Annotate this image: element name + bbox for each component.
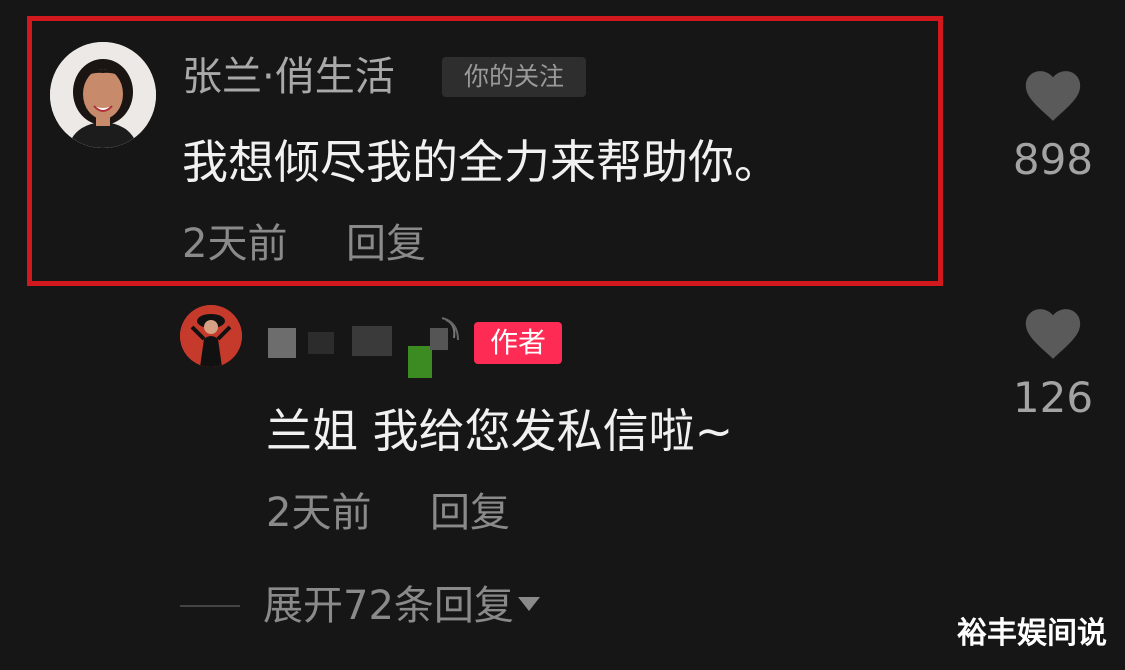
avatar-main[interactable] [50,42,156,148]
comment-thread: 张兰·俏生活 你的关注 我想倾尽我的全力来帮助你。 2天前 回复 898 作者 … [0,0,1125,670]
heart-icon [1025,71,1081,121]
reply-button[interactable]: 回复 [346,220,426,268]
reply-text: 兰姐 我给您发私信啦~ [266,404,734,458]
divider-line [180,605,240,607]
comment-text: 我想倾尽我的全力来帮助你。 [182,135,780,189]
comment-time: 2天前 [182,221,288,267]
avatar-reply[interactable] [180,305,242,367]
author-badge: 作者 [474,322,562,364]
like-count: 126 [1012,373,1094,422]
reply-button[interactable]: 回复 [430,489,510,537]
expand-replies-label: 展开72条回复 [263,583,514,629]
follow-badge: 你的关注 [442,57,586,97]
chevron-down-icon [517,597,540,611]
heart-icon [1025,309,1081,359]
expand-replies-button[interactable]: 展开72条回复 [263,582,540,630]
watermark: 裕丰娱间说 [957,616,1107,651]
like-button[interactable]: 126 [1003,308,1103,424]
like-count: 898 [1012,135,1094,184]
redacted-username [268,317,459,378]
username[interactable]: 张兰·俏生活 [182,52,395,102]
reply-time: 2天前 [266,490,372,536]
like-button[interactable]: 898 [1003,70,1103,186]
